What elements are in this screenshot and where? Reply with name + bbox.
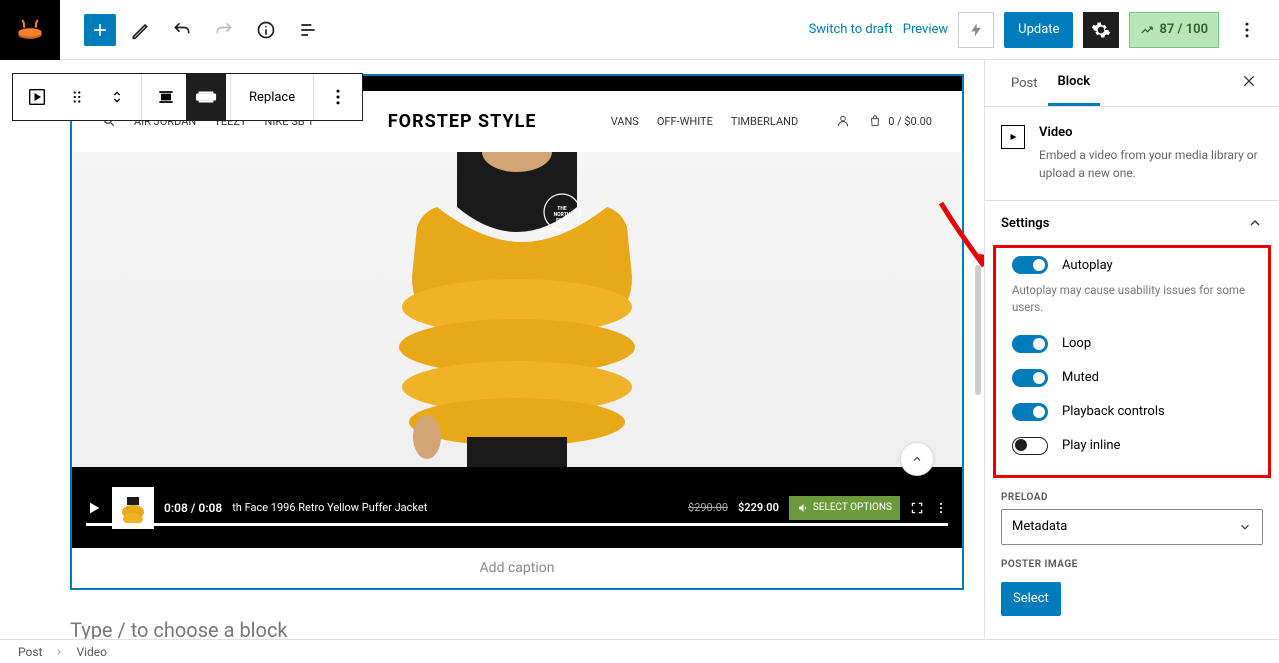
edit-mode-button[interactable] (122, 12, 158, 48)
preload-section-label: PRELOAD (985, 478, 1279, 509)
nav-item: TIMBERLAND (731, 115, 798, 128)
chevron-down-icon (1238, 520, 1252, 534)
nav-item: OFF-WHITE (657, 115, 713, 128)
settings-panel-header[interactable]: Settings (985, 201, 1279, 245)
wide-align-button[interactable] (186, 74, 226, 120)
align-button[interactable] (146, 74, 186, 120)
site-logo[interactable] (0, 0, 60, 60)
loop-toggle[interactable] (1012, 335, 1048, 353)
price: $229.00 (738, 501, 779, 514)
block-toolbar: Replace (12, 73, 363, 121)
autoplay-label: Autoplay (1062, 258, 1113, 273)
block-title: Video (1039, 125, 1263, 140)
video-controls: 0:08 / 0:08 th Face 1996 Retro Yellow Pu… (72, 467, 962, 548)
poster-section-label: POSTER IMAGE (985, 545, 1279, 576)
block-description: Embed a video from your media library or… (1039, 146, 1263, 182)
chevron-right-icon (54, 647, 64, 657)
new-block-placeholder[interactable]: Type / to choose a block (70, 590, 964, 640)
video-block[interactable]: AIR JORDAN YEEZY NIKE SB 1 FORSTEP STYLE… (70, 74, 964, 590)
more-menu-button[interactable] (1229, 12, 1265, 48)
inline-toggle[interactable] (1012, 437, 1048, 455)
preview-link[interactable]: Preview (903, 22, 948, 37)
video-block-icon (1001, 125, 1025, 149)
scrollbar[interactable] (975, 265, 981, 395)
caption-input[interactable]: Add caption (72, 548, 962, 588)
chevron-up-icon (1247, 215, 1263, 231)
breadcrumb-post[interactable]: Post (18, 645, 42, 659)
preload-select[interactable]: Metadata (1001, 509, 1263, 545)
breadcrumb-video[interactable]: Video (76, 645, 107, 659)
user-icon (836, 114, 850, 128)
nav-item: VANS (611, 115, 639, 128)
top-toolbar: Switch to draft Preview Update 87 / 100 (0, 0, 1279, 60)
cart-total: 0 / $0.00 (888, 115, 932, 128)
block-more-button[interactable] (318, 74, 358, 120)
block-type-icon[interactable] (17, 74, 57, 120)
fullscreen-icon[interactable] (910, 501, 924, 515)
info-button[interactable] (248, 12, 284, 48)
undo-button[interactable] (164, 12, 200, 48)
editor-canvas: Replace AIR JORDAN YEEZY NIKE SB 1 FORST… (0, 60, 984, 640)
seo-score-button[interactable]: 87 / 100 (1129, 12, 1219, 48)
switch-to-draft-link[interactable]: Switch to draft (809, 22, 893, 37)
cart-icon (868, 114, 882, 128)
redo-button[interactable] (206, 12, 242, 48)
muted-label: Muted (1062, 370, 1099, 385)
tab-block[interactable]: Block (1048, 60, 1101, 106)
move-updown[interactable] (97, 74, 137, 120)
annotation-arrow (936, 198, 984, 282)
play-icon[interactable] (86, 500, 102, 516)
settings-button[interactable] (1083, 12, 1119, 48)
replace-button[interactable]: Replace (235, 74, 309, 120)
autoplay-help: Autoplay may cause usability issues for … (996, 282, 1268, 327)
update-button[interactable]: Update (1004, 12, 1073, 48)
video-time: 0:08 / 0:08 (164, 501, 222, 515)
select-poster-button[interactable]: Select (1001, 582, 1061, 616)
amp-button[interactable] (958, 12, 994, 48)
add-block-button[interactable] (84, 14, 116, 46)
outline-button[interactable] (290, 12, 326, 48)
inline-label: Play inline (1062, 438, 1120, 453)
muted-toggle[interactable] (1012, 369, 1048, 387)
annotation-highlight: Autoplay Autoplay may cause usability is… (993, 245, 1271, 478)
playback-label: Playback controls (1062, 404, 1165, 419)
video-frame: THE NORTH FACE (72, 152, 962, 467)
old-price: $290.00 (688, 501, 728, 514)
close-sidebar-button[interactable] (1235, 67, 1263, 99)
autoplay-toggle[interactable] (1012, 256, 1048, 274)
loop-label: Loop (1062, 336, 1091, 351)
store-logo: FORSTEP STYLE (388, 111, 537, 132)
scroll-top-button[interactable] (900, 442, 934, 476)
svg-text:FACE: FACE (556, 218, 568, 224)
breadcrumb: Post Video (0, 639, 1279, 663)
playback-toggle[interactable] (1012, 403, 1048, 421)
product-title: th Face 1996 Retro Yellow Puffer Jacket (232, 501, 427, 514)
score-text: 87 / 100 (1159, 22, 1208, 37)
tab-post[interactable]: Post (1001, 62, 1048, 105)
select-options-button[interactable]: SELECT OPTIONS (789, 496, 900, 520)
settings-sidebar: Post Block Video Embed a video from your… (984, 60, 1279, 640)
progress-bar[interactable] (86, 523, 948, 526)
drag-handle[interactable] (57, 74, 97, 120)
volume-icon (797, 502, 809, 514)
more-vert-icon[interactable] (934, 501, 948, 515)
